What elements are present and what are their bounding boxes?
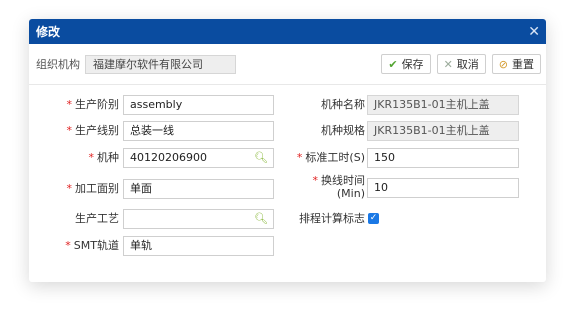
surface-input[interactable]: 单面 — [123, 179, 274, 199]
cancel-label: 取消 — [456, 58, 479, 71]
edit-form: * 生产阶别 assembly * 生产线别 总装一线 * 机种 4012020690… — [29, 85, 546, 282]
std-time-label: * 标准工时(S) — [296, 151, 365, 164]
reset-label: 重置 — [512, 58, 534, 71]
close-icon[interactable]: ✕ — [528, 25, 540, 39]
model-input[interactable]: 40120206900 🔍︎ — [123, 148, 274, 168]
required-mark: * — [65, 239, 71, 252]
schedule-flag-label: 排程计算标志 — [299, 212, 365, 225]
ban-icon: ⊘ — [498, 57, 508, 71]
stage-label: * 生产阶别 — [66, 98, 120, 111]
model-spec-label: 机种规格 — [321, 124, 365, 137]
model-value: 40120206900 — [130, 151, 207, 164]
process-input[interactable]: 🔍︎ — [123, 209, 274, 229]
model-spec-field: JKR135B1-01主机上盖 — [367, 121, 519, 141]
std-time-input[interactable]: 150 — [367, 148, 519, 168]
save-button[interactable]: ✔ 保存 — [381, 54, 431, 74]
edit-dialog: 修改 ✕ 组织机构 福建摩尔软件有限公司 ✔ 保存 ✕ 取消 ⊘ 重置 * 生产阶… — [29, 19, 546, 282]
model-label: * 机种 — [88, 151, 120, 164]
stage-input[interactable]: assembly — [123, 95, 274, 115]
cancel-button[interactable]: ✕ 取消 — [436, 54, 486, 74]
org-label: 组织机构 — [36, 58, 80, 71]
surface-label: * 加工面别 — [66, 182, 120, 195]
reset-button[interactable]: ⊘ 重置 — [491, 54, 541, 74]
dialog-titlebar: 修改 ✕ — [29, 19, 546, 44]
changeover-time-input[interactable]: 10 — [367, 178, 519, 198]
toolbar: 组织机构 福建摩尔软件有限公司 ✔ 保存 ✕ 取消 ⊘ 重置 — [29, 44, 546, 85]
schedule-flag-checkbox[interactable]: ✓ — [368, 213, 379, 224]
changeover-time-label: * 换线时间 (Min) — [312, 174, 366, 201]
dialog-title: 修改 — [36, 25, 61, 39]
smt-track-label: * SMT轨道 — [65, 239, 119, 252]
toolbar-buttons: ✔ 保存 ✕ 取消 ⊘ 重置 — [381, 54, 541, 74]
search-icon[interactable]: 🔍︎ — [254, 149, 268, 167]
line-label: * 生产线别 — [66, 124, 120, 137]
required-mark: * — [66, 182, 73, 195]
process-label: 生产工艺 — [75, 212, 119, 225]
required-mark: * — [88, 151, 95, 164]
required-mark: * — [296, 151, 303, 164]
check-icon: ✔ — [388, 57, 398, 71]
required-mark: * — [66, 98, 73, 111]
save-label: 保存 — [401, 58, 424, 71]
line-input[interactable]: 总装一线 — [123, 121, 274, 141]
search-icon[interactable]: 🔍︎ — [254, 210, 268, 228]
model-name-field: JKR135B1-01主机上盖 — [367, 95, 519, 115]
smt-track-input[interactable]: 单轨 — [123, 236, 274, 256]
model-name-label: 机种名称 — [321, 98, 365, 111]
x-icon: ✕ — [443, 57, 453, 71]
org-field: 福建摩尔软件有限公司 — [85, 54, 236, 74]
required-mark: * — [66, 124, 73, 137]
required-mark: * — [312, 174, 319, 187]
